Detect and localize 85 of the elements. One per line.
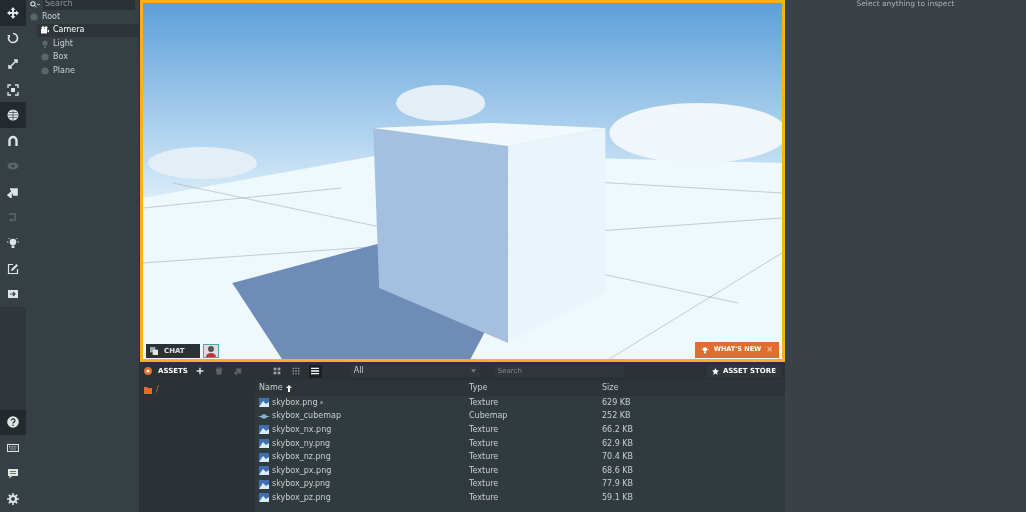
table-cell-text: 62.9 KB — [602, 437, 635, 450]
image-thumbnail-icon — [259, 398, 269, 408]
table-cell-text: Texture — [469, 424, 500, 436]
table-cell-text: 252 KB — [602, 410, 632, 423]
image-thumbnail-icon — [259, 466, 269, 476]
tool-button[interactable] — [0, 0, 26, 26]
table-cell-text: 66.2 KB — [602, 424, 635, 436]
magnet-icon — [7, 134, 19, 147]
column-header[interactable]: Name — [255, 382, 469, 394]
list-icon — [311, 367, 320, 375]
tool-button[interactable] — [0, 409, 26, 436]
filter-dropdown[interactable]: All — [349, 365, 480, 377]
file-name: skybox_nx.png — [272, 424, 332, 436]
search-icon — [30, 0, 40, 8]
rotate-icon — [7, 32, 19, 45]
caret-icon — [470, 369, 476, 373]
chat-icon — [150, 347, 158, 355]
settings-icon — [7, 493, 19, 506]
tree-item[interactable]: Box — [37, 50, 139, 64]
image-thumbnail-icon — [259, 493, 269, 503]
lightbulb-icon — [7, 237, 19, 250]
file-name: skybox_pz.png — [272, 491, 331, 504]
image-thumbnail-icon — [259, 479, 269, 489]
file-name: skybox_nz.png — [272, 451, 331, 464]
view-toggle-button[interactable] — [308, 364, 322, 378]
table-cell-text: 68.6 KB — [602, 464, 635, 477]
person-silhouette-icon — [206, 345, 216, 357]
asset-row[interactable]: skybox_cubemap Cubemap 252 KB — [255, 409, 785, 424]
file-name: skybox.png — [272, 396, 318, 409]
exit-icon — [7, 288, 19, 301]
entity-icon — [30, 12, 38, 21]
tree-item[interactable]: Root — [26, 10, 139, 24]
table-cell-text: Texture — [469, 464, 500, 477]
camera-icon — [41, 26, 49, 35]
tree-item[interactable]: Light — [37, 37, 139, 51]
globe-icon — [7, 109, 19, 122]
asset-row[interactable]: skybox_pz.png Texture 59.1 KB — [255, 491, 785, 505]
edit-icon — [7, 262, 19, 275]
table-cell-text: Texture — [469, 478, 500, 491]
tree-item[interactable]: Plane — [37, 64, 139, 78]
table-cell-text: Texture — [469, 396, 500, 409]
image-thumbnail-icon — [259, 425, 269, 435]
folder-item[interactable]: / — [144, 384, 251, 396]
image-thumbnail-icon — [259, 439, 269, 449]
resize-icon — [7, 83, 19, 96]
asset-row[interactable]: skybox_ny.png Texture 62.9 KB — [255, 436, 785, 451]
file-name: skybox_ny.png — [272, 437, 331, 450]
avatar[interactable] — [203, 344, 219, 358]
file-name: skybox_cubemap — [272, 410, 341, 423]
folder-icon — [144, 386, 152, 394]
table-cell-text: 59.1 KB — [602, 491, 635, 504]
assets-icon — [144, 367, 152, 375]
column-header[interactable]: Type — [469, 382, 602, 394]
move-icon — [7, 6, 19, 19]
table-cell-text: Cubemap — [469, 410, 509, 423]
help-icon — [7, 416, 19, 429]
sort-arrow-icon — [285, 384, 292, 392]
table-cell-text: 77.9 KB — [602, 478, 635, 491]
search-field[interactable]: Search — [43, 0, 135, 10]
column-header[interactable]: Size — [602, 382, 652, 394]
tool-button[interactable] — [0, 102, 26, 128]
delete-icon — [215, 367, 224, 375]
chat-icon — [7, 467, 19, 480]
table-cell-text: 629 KB — [602, 396, 632, 409]
table-cell-text: Texture — [469, 451, 500, 464]
lightbulb-icon — [700, 346, 709, 354]
table-cell-text: Texture — [469, 437, 500, 450]
add-icon — [196, 367, 205, 375]
image-thumbnail-icon — [259, 452, 269, 462]
star-icon — [711, 367, 719, 375]
file-name: skybox_px.png — [272, 464, 332, 477]
table-cell-text: 70.4 KB — [602, 451, 635, 464]
large-grid-icon — [273, 367, 282, 375]
keyboard-icon — [7, 442, 19, 454]
scale-icon — [7, 58, 19, 70]
small-grid-icon — [292, 367, 301, 375]
file-name: skybox_py.png — [272, 478, 331, 491]
asset-row[interactable]: skybox_px.png Texture 68.6 KB — [255, 463, 785, 478]
tree-item[interactable]: Camera — [37, 23, 139, 37]
asset-row[interactable]: skybox_nx.png Texture 66.2 KB — [255, 423, 785, 437]
asset-row[interactable]: skybox_py.png Texture 77.9 KB — [255, 477, 785, 492]
asset-row[interactable]: skybox_nz.png Texture 70.4 KB — [255, 450, 785, 464]
asset-row[interactable]: skybox.png Texture 629 KB — [255, 396, 785, 410]
table-cell-text: Texture — [469, 491, 500, 504]
lightbulb-icon — [41, 39, 49, 48]
